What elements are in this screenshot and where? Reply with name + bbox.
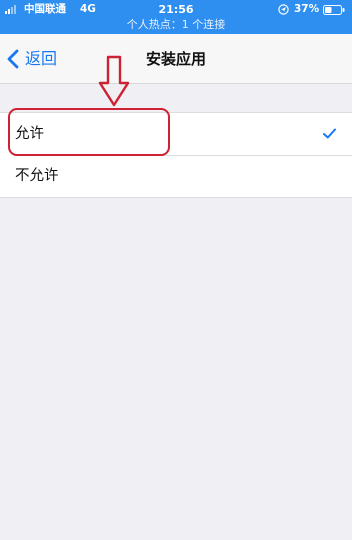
checkmark-icon [323, 128, 336, 139]
option-label: 不允许 [15, 168, 59, 184]
page-title: 安装应用 [145, 50, 206, 68]
navigation-bar: 返回 安装应用 [0, 34, 352, 84]
option-deny[interactable]: 不允许 [0, 155, 352, 197]
down-arrow-icon [98, 55, 130, 107]
battery-icon [323, 5, 345, 15]
status-bar: 中国联通 4G 21:56 37% 个人热点：1 个连接 [0, 0, 352, 34]
highlight-box [8, 108, 170, 156]
battery-percentage: 37% [294, 3, 320, 15]
status-row: 中国联通 4G 21:56 37% [0, 3, 352, 17]
location-icon [278, 4, 289, 15]
hotspot-banner[interactable]: 个人热点：1 个连接 [0, 18, 352, 32]
screen: 中国联通 4G 21:56 37% 个人热点：1 个连接 返回 安装应用 允许 … [0, 0, 352, 540]
